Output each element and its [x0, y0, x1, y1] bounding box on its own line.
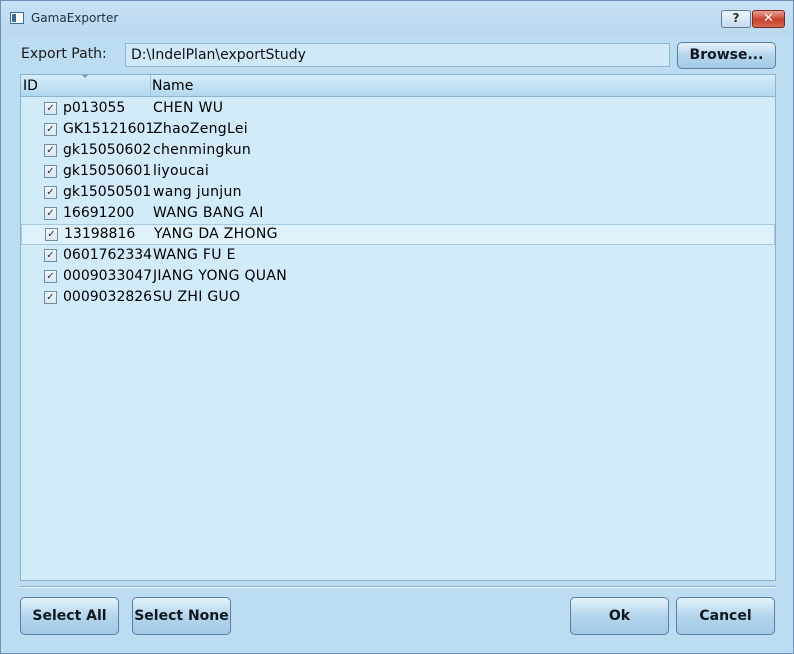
sort-indicator-icon: [82, 75, 88, 78]
row-id: gk15050501: [63, 184, 152, 200]
list-row[interactable]: ✓ 0009033047 JIANG YONG QUAN: [21, 266, 775, 287]
row-name: chenmingkun: [153, 142, 252, 158]
row-id: 13198816: [64, 226, 136, 242]
row-checkbox[interactable]: ✓: [44, 186, 57, 199]
list-row[interactable]: ✓ 0601762334 WANG FU E: [21, 245, 775, 266]
list-row[interactable]: ✓ gk15050601 liyoucai: [21, 161, 775, 182]
row-checkbox[interactable]: ✓: [45, 228, 58, 241]
row-checkbox[interactable]: ✓: [44, 249, 57, 262]
select-all-button[interactable]: Select All: [20, 597, 119, 635]
ok-button[interactable]: Ok: [570, 597, 669, 635]
row-checkbox[interactable]: ✓: [44, 207, 57, 220]
row-checkbox[interactable]: ✓: [44, 270, 57, 283]
window-title: GamaExporter: [31, 11, 119, 25]
close-button[interactable]: ✕: [752, 10, 785, 28]
row-name: liyoucai: [153, 163, 210, 179]
list-row[interactable]: ✓ gk15050602 chenmingkun: [21, 140, 775, 161]
list-rows: ✓ p013055 CHEN WU ✓ GK15121601 ZhaoZengLei ✓ gk…: [21, 98, 775, 308]
list-row[interactable]: ✓ gk15050501 wang junjun: [21, 182, 775, 203]
row-id: 16691200: [63, 205, 135, 221]
list-row[interactable]: ✓ p013055 CHEN WU: [21, 98, 775, 119]
study-list[interactable]: ID Name ✓ p013055 CHEN WU ✓ GK15121601 ZhaoZe…: [20, 74, 776, 581]
row-checkbox[interactable]: ✓: [44, 165, 57, 178]
list-header: ID Name: [21, 75, 775, 97]
row-name: WANG BANG AI: [153, 205, 264, 221]
list-row[interactable]: ✓ 13198816 YANG DA ZHONG: [21, 224, 775, 245]
footer-divider: [20, 586, 776, 588]
list-row[interactable]: ✓ 0009032826 SU ZHI GUO: [21, 287, 775, 308]
row-checkbox[interactable]: ✓: [44, 102, 57, 115]
row-name: ZhaoZengLei: [153, 121, 248, 137]
browse-button[interactable]: Browse...: [677, 42, 776, 69]
row-name: wang junjun: [153, 184, 242, 200]
row-checkbox[interactable]: ✓: [44, 291, 57, 304]
export-path-input[interactable]: [125, 43, 670, 67]
row-name: WANG FU E: [153, 247, 236, 263]
row-id: 0601762334: [63, 247, 153, 263]
row-id: gk15050602: [63, 142, 152, 158]
app-window-icon: [10, 12, 24, 24]
select-none-button[interactable]: Select None: [132, 597, 231, 635]
row-checkbox[interactable]: ✓: [44, 144, 57, 157]
title-bar[interactable]: GamaExporter ? ✕: [1, 1, 793, 37]
export-path-label: Export Path:: [21, 46, 107, 62]
row-checkbox[interactable]: ✓: [44, 123, 57, 136]
list-row[interactable]: ✓ 16691200 WANG BANG AI: [21, 203, 775, 224]
row-id: 0009032826: [63, 289, 153, 305]
help-button[interactable]: ?: [721, 10, 751, 28]
column-header-id[interactable]: ID: [23, 78, 38, 94]
cancel-button[interactable]: Cancel: [676, 597, 775, 635]
row-id: gk15050601: [63, 163, 152, 179]
row-id: 0009033047: [63, 268, 153, 284]
row-name: JIANG YONG QUAN: [153, 268, 287, 284]
row-name: SU ZHI GUO: [153, 289, 241, 305]
gama-exporter-window: GamaExporter ? ✕ Export Path: Browse... …: [0, 0, 794, 654]
row-name: YANG DA ZHONG: [154, 226, 278, 242]
column-header-name[interactable]: Name: [152, 78, 193, 94]
list-row[interactable]: ✓ GK15121601 ZhaoZengLei: [21, 119, 775, 140]
row-id: GK15121601: [63, 121, 155, 137]
column-separator[interactable]: [150, 75, 151, 96]
row-id: p013055: [63, 100, 126, 116]
row-name: CHEN WU: [153, 100, 224, 116]
